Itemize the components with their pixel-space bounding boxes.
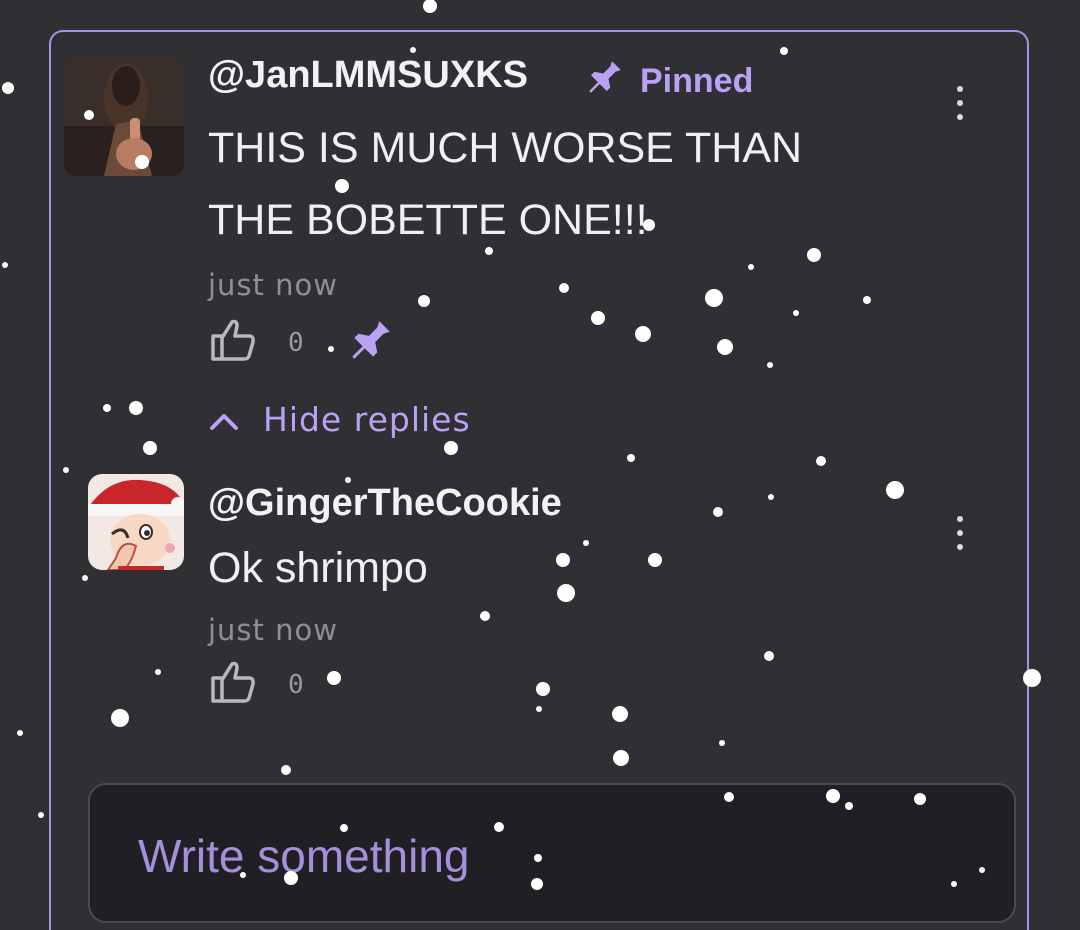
avatar[interactable] bbox=[88, 474, 184, 570]
hide-replies-label: Hide replies bbox=[263, 400, 471, 439]
comment-text: THIS IS MUCH WORSE THAN THE BOBETTE ONE!… bbox=[208, 112, 802, 256]
pinned-badge: Pinned bbox=[584, 56, 753, 107]
reply-timestamp: just now bbox=[208, 613, 338, 647]
reply-text: Ok shrimpo bbox=[208, 544, 428, 592]
reply-actions: 0 bbox=[210, 660, 304, 709]
reply-composer bbox=[88, 783, 1016, 923]
reply-more-menu-icon[interactable] bbox=[953, 516, 967, 556]
chevron-up-icon bbox=[209, 400, 239, 439]
comment-timestamp: just now bbox=[208, 268, 338, 302]
avatar[interactable] bbox=[64, 56, 184, 176]
pin-icon bbox=[584, 56, 626, 107]
like-count: 0 bbox=[288, 327, 304, 358]
pin-icon[interactable] bbox=[346, 315, 396, 370]
thumbs-up-icon[interactable] bbox=[210, 318, 258, 367]
like-count: 0 bbox=[288, 669, 304, 700]
comment-actions: 0 bbox=[210, 315, 396, 370]
hide-replies-button[interactable]: Hide replies bbox=[209, 400, 471, 439]
comment-text-line: THIS IS MUCH WORSE THAN bbox=[208, 124, 803, 172]
reply-username[interactable]: @GingerTheCookie bbox=[208, 482, 562, 525]
comment-text-line: THE BOBETTE ONE!!! bbox=[208, 196, 648, 244]
reply-input[interactable] bbox=[138, 829, 918, 883]
pinned-label: Pinned bbox=[640, 62, 754, 100]
thumbs-up-icon[interactable] bbox=[210, 660, 258, 709]
comment-username[interactable]: @JanLMMSUXKS bbox=[208, 54, 528, 97]
comment-more-menu-icon[interactable] bbox=[953, 86, 967, 126]
